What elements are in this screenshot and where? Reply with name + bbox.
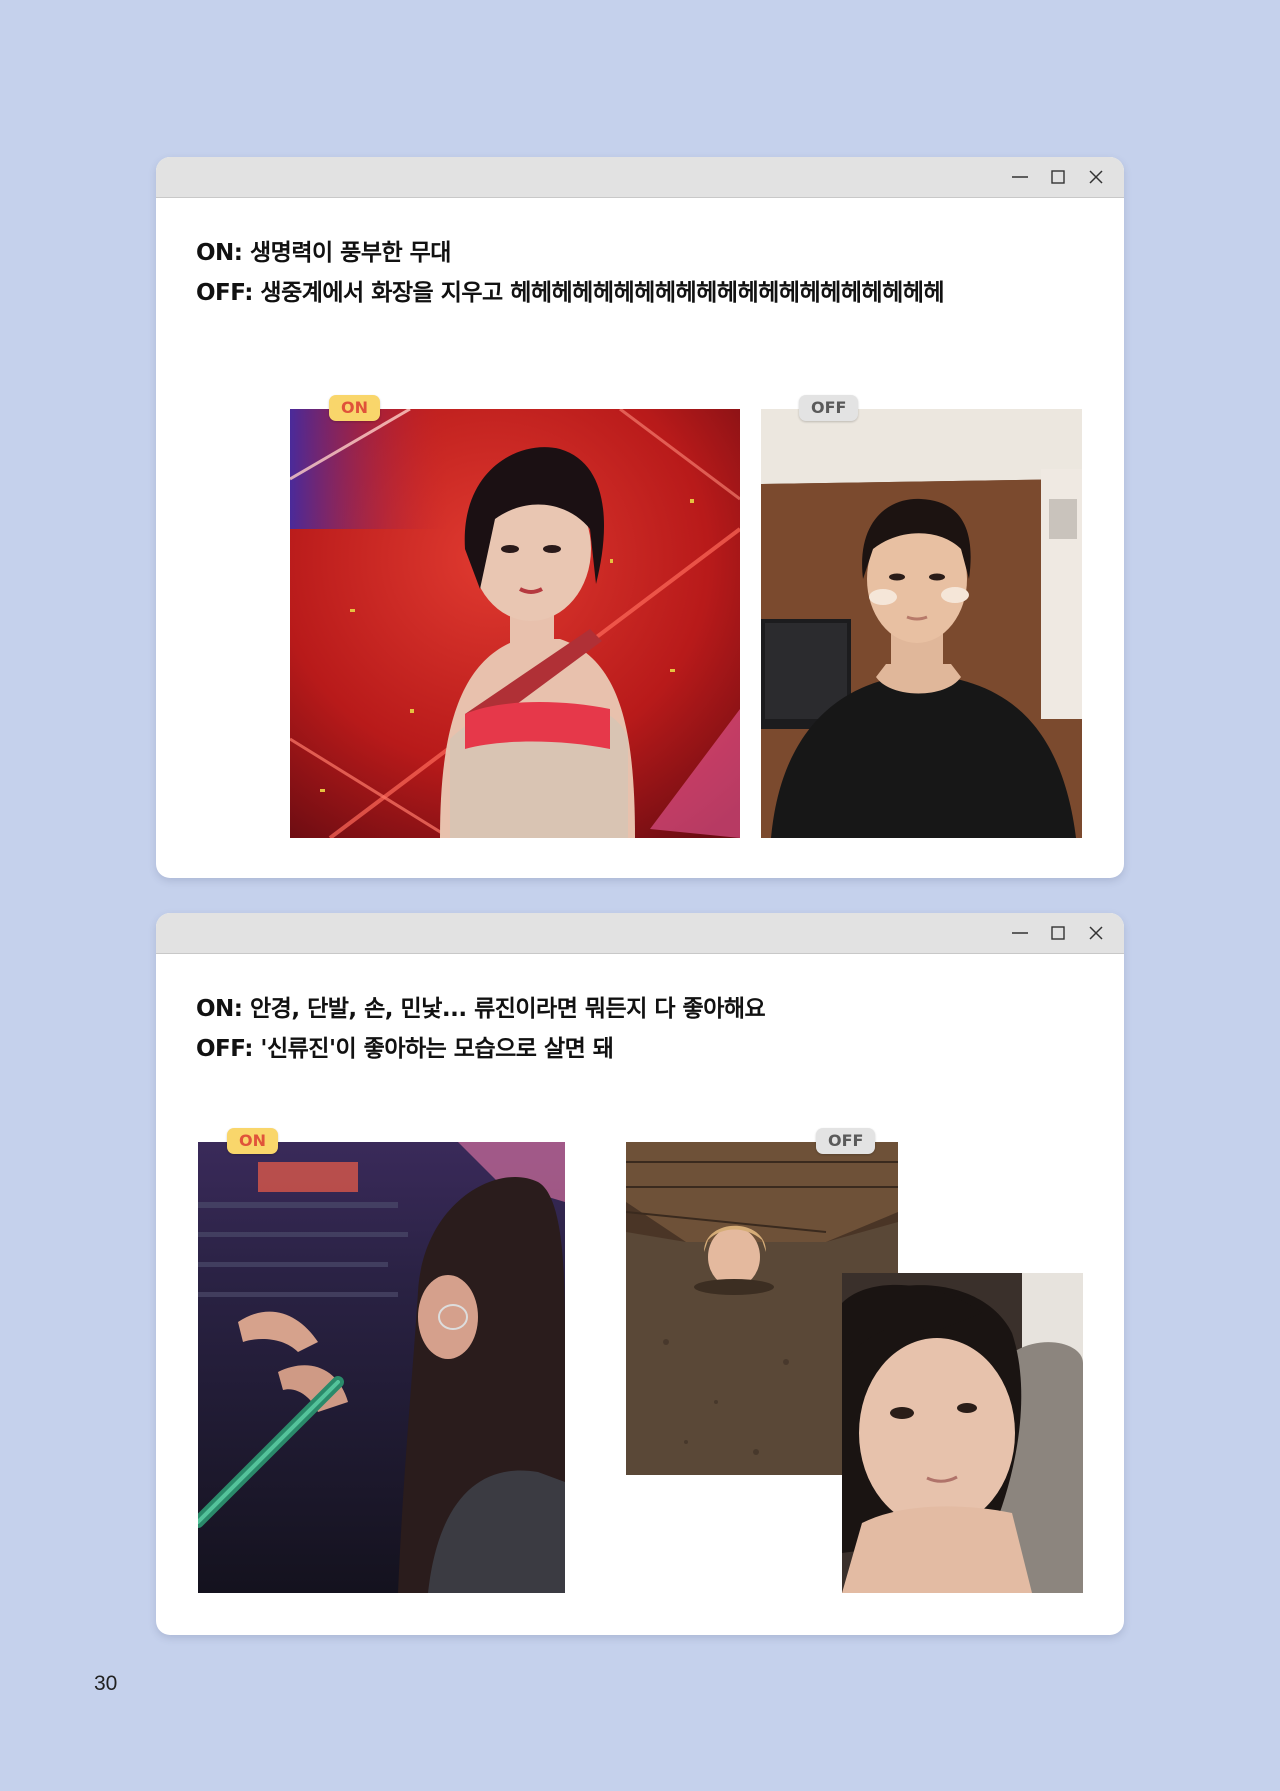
window-controls — [1010, 157, 1106, 197]
close-icon[interactable] — [1086, 167, 1106, 187]
photo-window-1: ON: 생명력이 풍부한 무대 OFF: 생중계에서 화장을 지우고 헤헤헤헤헤… — [156, 157, 1124, 878]
window-titlebar — [156, 157, 1124, 198]
caption-off-line: OFF: 생중계에서 화장을 지우고 헤헤헤헤헤헤헤헤헤헤헤헤헤헤헤헤헤헤헤헤헤 — [196, 280, 945, 306]
window-caption: ON: 생명력이 풍부한 무대 OFF: 생중계에서 화장을 지우고 헤헤헤헤헤… — [196, 233, 1096, 313]
window-titlebar — [156, 913, 1124, 954]
off-selfie-photo — [842, 1273, 1083, 1593]
off-badge: OFF — [816, 1128, 876, 1154]
caption-on-line: ON: 생명력이 풍부한 무대 — [196, 240, 451, 266]
minimize-icon[interactable] — [1010, 923, 1030, 943]
off-live-photo — [761, 409, 1082, 838]
on-stage-photo — [290, 409, 740, 838]
maximize-icon[interactable] — [1048, 167, 1068, 187]
minimize-icon[interactable] — [1010, 167, 1030, 187]
window-controls — [1010, 913, 1106, 953]
maximize-icon[interactable] — [1048, 923, 1068, 943]
photo-window-2: ON: 안경, 단발, 손, 민낯... 류진이라면 뭐든지 다 좋아해요 OF… — [156, 913, 1124, 1635]
off-badge: OFF — [799, 395, 859, 421]
caption-on-line: ON: 안경, 단발, 손, 민낯... 류진이라면 뭐든지 다 좋아해요 — [196, 996, 766, 1022]
on-badge: ON — [329, 395, 380, 421]
page-number: 30 — [94, 1672, 118, 1695]
caption-off-line: OFF: '신류진'이 좋아하는 모습으로 살면 돼 — [196, 1036, 614, 1062]
on-concert-photo — [198, 1142, 565, 1593]
close-icon[interactable] — [1086, 923, 1106, 943]
on-badge: ON — [227, 1128, 278, 1154]
window-caption: ON: 안경, 단발, 손, 민낯... 류진이라면 뭐든지 다 좋아해요 OF… — [196, 989, 1096, 1069]
